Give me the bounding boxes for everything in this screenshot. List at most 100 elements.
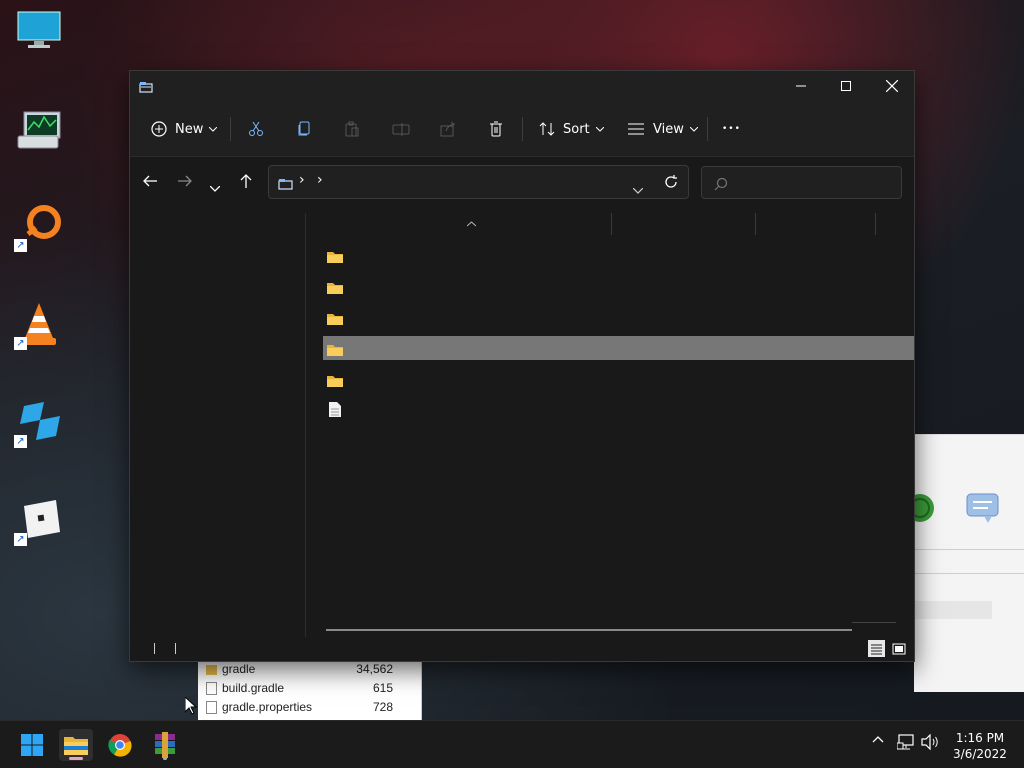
new-label: New [175,121,204,137]
plus-circle-icon [151,121,167,137]
column-header[interactable] [306,213,914,239]
delete-button[interactable] [488,113,504,145]
chevron-down-icon [632,187,644,194]
network-icon[interactable] [897,734,915,750]
folder-icon [327,310,343,329]
large-icons-view-icon [892,643,905,654]
details-view-icon [871,644,882,654]
close-button[interactable] [869,71,915,101]
green-globe-icon [906,493,938,527]
refresh-button[interactable] [664,174,678,193]
shortcut-arrow-icon: ↗ [14,239,27,252]
sort-ascending-icon [466,213,477,231]
paste-icon [345,121,359,137]
chat-bubble-icon [966,493,1000,529]
details-view-button[interactable] [868,640,885,657]
up-button[interactable] [239,173,253,193]
folder-icon [327,279,343,298]
file-explorer-window: New Sort View ••• › › [129,70,915,662]
monitor-icon[interactable] [14,10,64,60]
mouse-cursor [184,695,198,719]
this-pc-icon [278,175,294,194]
file-explorer-icon[interactable] [59,729,93,761]
taskbar: 1:16 PM 3/6/2022 [0,720,1024,768]
roblox-icon[interactable]: ↗ [14,496,64,546]
new-button[interactable]: New [151,113,218,145]
volume-icon[interactable] [921,734,941,750]
view-lines-icon [628,123,644,135]
status-bar [130,637,914,661]
clock-date: 3/6/2022 [953,747,1007,761]
search-box[interactable] [701,166,902,199]
refresh-icon [665,175,677,188]
address-history-button[interactable] [632,179,644,198]
back-button[interactable] [142,173,158,192]
scissors-icon [249,121,263,136]
navigation-pane[interactable] [130,213,306,639]
chevron-down-icon [209,126,218,132]
folder-icon [206,665,217,675]
column-divider[interactable] [755,213,756,235]
document-icon [329,402,341,421]
copy-button[interactable] [296,113,312,145]
list-item[interactable] [323,367,914,391]
explorer-app-icon [139,78,153,97]
large-icons-view-button[interactable] [890,640,907,657]
clock-time: 1:16 PM [955,731,1005,745]
paste-button[interactable] [344,113,360,145]
shortcut-arrow-icon: ↗ [14,533,27,546]
roblox-studio-icon[interactable]: ↗ [14,398,64,448]
chevron-up-icon [872,736,884,743]
list-item[interactable] [323,398,914,422]
breadcrumb-separator[interactable]: › [317,172,323,188]
column-divider[interactable] [875,213,876,235]
vlc-icon[interactable]: ↗ [14,300,64,350]
maximize-button[interactable] [823,71,869,101]
sort-icon [539,122,555,136]
file-icon [206,682,217,695]
recent-locations-button[interactable] [209,177,221,196]
rename-button[interactable] [392,113,410,145]
folder-icon [327,248,343,267]
forward-button[interactable] [177,173,193,192]
list-item[interactable]: gradle.properties 728 [198,698,421,717]
task-manager-icon[interactable] [14,108,64,158]
see-more-button[interactable]: ••• [722,113,741,145]
list-item[interactable]: build.gradle 615 [198,679,421,698]
show-hidden-icons-button[interactable] [872,735,884,743]
list-item[interactable]: gradle 34,562 [198,660,421,679]
navigation-bar: › › [130,157,914,213]
origin-icon[interactable]: ↗ [14,202,64,252]
sort-button[interactable]: Sort [539,113,604,145]
cut-button[interactable] [248,113,264,145]
list-item[interactable] [323,243,914,267]
arrow-right-icon [178,175,192,187]
command-bar: New Sort View ••• [130,101,914,157]
file-list[interactable] [306,213,914,639]
folder-icon [327,372,343,391]
horizontal-scrollbar[interactable] [326,629,852,631]
breadcrumb-separator[interactable]: › [299,172,305,188]
file-icon [206,701,217,714]
background-file-list: gradle 34,562 build.gradle 615 gradle.pr… [198,660,422,720]
address-bar[interactable]: › › [268,165,689,199]
start-icon[interactable] [15,729,49,761]
list-item-selected[interactable] [323,336,914,360]
winrar-icon[interactable] [148,729,182,761]
minimize-button[interactable] [778,71,824,101]
share-button[interactable] [440,113,456,145]
title-bar[interactable] [130,71,914,101]
share-icon [440,121,456,137]
column-divider[interactable] [611,213,612,235]
search-input[interactable] [736,167,896,198]
chrome-icon[interactable] [103,729,137,761]
list-item[interactable] [323,305,914,329]
copy-icon [298,121,310,136]
clock[interactable]: 1:16 PM 3/6/2022 [944,730,1016,762]
view-button[interactable]: View [627,113,698,145]
view-label: View [653,121,684,137]
list-item[interactable] [323,274,914,298]
arrow-up-icon [240,174,252,188]
shortcut-arrow-icon: ↗ [14,337,27,350]
folder-icon [327,341,343,360]
